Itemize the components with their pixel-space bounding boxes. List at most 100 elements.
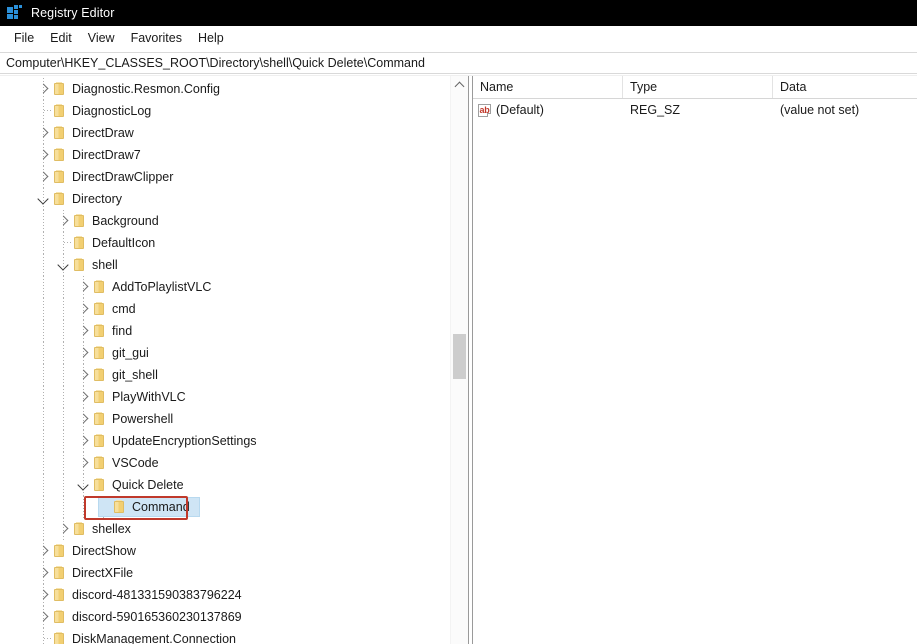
menu-item-file[interactable]: File xyxy=(6,28,42,49)
tree-no-expander xyxy=(96,496,112,518)
chevron-right-icon[interactable] xyxy=(76,364,92,386)
registry-key-folder-icon xyxy=(52,192,66,206)
registry-key-folder-icon xyxy=(92,346,106,360)
menu-bar: File Edit View Favorites Help xyxy=(0,26,917,52)
tree-item-addtoplaylistvlc[interactable]: AddToPlaylistVLC xyxy=(0,276,450,298)
chevron-right-icon[interactable] xyxy=(36,78,52,100)
registry-key-folder-icon xyxy=(72,258,86,272)
column-header-name[interactable]: Name xyxy=(473,76,623,98)
value-type-cell: REG_SZ xyxy=(630,103,681,117)
registry-key-folder-icon xyxy=(72,522,86,536)
chevron-down-icon[interactable] xyxy=(76,474,92,496)
tree-item-label: VSCode xyxy=(112,456,159,470)
registry-key-folder-icon xyxy=(52,544,66,558)
values-list: ab (Default) REG_SZ (value not set) xyxy=(473,99,917,644)
registry-values-pane: Name Type Data ab (Default) REG_SZ (value n… xyxy=(473,76,917,644)
chevron-right-icon[interactable] xyxy=(36,540,52,562)
chevron-right-icon[interactable] xyxy=(36,122,52,144)
tree-no-expander xyxy=(36,628,52,644)
tree-item-diagnosticlog[interactable]: DiagnosticLog xyxy=(0,100,450,122)
chevron-right-icon[interactable] xyxy=(76,452,92,474)
tree-item-playwithvlc[interactable]: PlayWithVLC xyxy=(0,386,450,408)
tree-item-directshow[interactable]: DirectShow xyxy=(0,540,450,562)
chevron-right-icon[interactable] xyxy=(36,562,52,584)
tree-item-label: DiagnosticLog xyxy=(72,104,152,118)
tree-item-find[interactable]: find xyxy=(0,320,450,342)
tree-item-label: DirectDrawClipper xyxy=(72,170,174,184)
tree-item-label: AddToPlaylistVLC xyxy=(112,280,212,294)
tree-vertical-scrollbar[interactable] xyxy=(450,76,468,644)
chevron-right-icon[interactable] xyxy=(76,320,92,342)
tree-item-background[interactable]: Background xyxy=(0,210,450,232)
tree-item-git-shell[interactable]: git_shell xyxy=(0,364,450,386)
registry-key-folder-icon xyxy=(92,412,106,426)
registry-path-input[interactable]: Computer\HKEY_CLASSES_ROOT\Directory\she… xyxy=(0,52,917,74)
tree-item-discord-481331590383796224[interactable]: discord-481331590383796224 xyxy=(0,584,450,606)
registry-key-folder-icon xyxy=(52,126,66,140)
value-row[interactable]: ab (Default) REG_SZ (value not set) xyxy=(473,99,917,121)
registry-key-folder-icon xyxy=(52,566,66,580)
tree-item-directory[interactable]: Directory xyxy=(0,188,450,210)
tree-item-powershell[interactable]: Powershell xyxy=(0,408,450,430)
chevron-right-icon[interactable] xyxy=(36,606,52,628)
tree-item-shellex[interactable]: shellex xyxy=(0,518,450,540)
tree-item-shell[interactable]: shell xyxy=(0,254,450,276)
menu-item-help[interactable]: Help xyxy=(190,28,232,49)
tree-item-label: Command xyxy=(132,500,190,514)
chevron-right-icon[interactable] xyxy=(56,210,72,232)
tree-item-diskmanagement-connection[interactable]: DiskManagement.Connection xyxy=(0,628,450,644)
tree-item-label: discord-590165360230137869 xyxy=(72,610,242,624)
column-header-data[interactable]: Data xyxy=(773,76,917,98)
tree-no-expander xyxy=(56,232,72,254)
chevron-right-icon[interactable] xyxy=(76,342,92,364)
tree-item-label: DirectDraw7 xyxy=(72,148,141,162)
registry-key-folder-icon xyxy=(52,104,66,118)
tree-item-label: git_gui xyxy=(112,346,149,360)
chevron-right-icon[interactable] xyxy=(36,166,52,188)
title-bar: Registry Editor xyxy=(0,0,917,26)
chevron-right-icon[interactable] xyxy=(76,430,92,452)
tree-item-updateencryptionsettings[interactable]: UpdateEncryptionSettings xyxy=(0,430,450,452)
chevron-right-icon[interactable] xyxy=(76,298,92,320)
tree-item-label: DirectShow xyxy=(72,544,136,558)
tree-item-directdrawclipper[interactable]: DirectDrawClipper xyxy=(0,166,450,188)
registry-key-folder-icon xyxy=(92,434,106,448)
tree-item-vscode[interactable]: VSCode xyxy=(0,452,450,474)
registry-tree: Diagnostic.Resmon.Config DiagnosticLog Dir… xyxy=(0,78,450,644)
menu-item-favorites[interactable]: Favorites xyxy=(123,28,190,49)
tree-item-label: git_shell xyxy=(112,368,158,382)
menu-item-view[interactable]: View xyxy=(80,28,123,49)
tree-item-label: shell xyxy=(92,258,118,272)
chevron-right-icon[interactable] xyxy=(56,518,72,540)
column-header-type[interactable]: Type xyxy=(623,76,773,98)
chevron-right-icon[interactable] xyxy=(36,584,52,606)
chevron-right-icon[interactable] xyxy=(76,276,92,298)
window-title: Registry Editor xyxy=(31,6,115,20)
tree-item-diagnostic-resmon-config[interactable]: Diagnostic.Resmon.Config xyxy=(0,78,450,100)
tree-item-label: DiskManagement.Connection xyxy=(72,632,236,644)
scroll-up-button[interactable] xyxy=(451,76,468,94)
tree-item-directxfile[interactable]: DirectXFile xyxy=(0,562,450,584)
tree-item-cmd[interactable]: cmd xyxy=(0,298,450,320)
tree-item-git-gui[interactable]: git_gui xyxy=(0,342,450,364)
chevron-down-icon[interactable] xyxy=(56,254,72,276)
tree-item-directdraw7[interactable]: DirectDraw7 xyxy=(0,144,450,166)
tree-item-directdraw[interactable]: DirectDraw xyxy=(0,122,450,144)
registry-key-folder-icon xyxy=(92,478,106,492)
tree-item-label: find xyxy=(112,324,133,338)
chevron-right-icon[interactable] xyxy=(76,386,92,408)
registry-key-folder-icon xyxy=(52,82,66,96)
chevron-right-icon[interactable] xyxy=(76,408,92,430)
scrollbar-thumb[interactable] xyxy=(453,334,466,379)
tree-item-command[interactable]: Command xyxy=(0,496,450,518)
value-data-cell: (value not set) xyxy=(780,103,860,117)
tree-item-defaulticon[interactable]: DefaultIcon xyxy=(0,232,450,254)
registry-key-folder-icon xyxy=(112,500,126,514)
registry-key-folder-icon xyxy=(72,214,86,228)
chevron-right-icon[interactable] xyxy=(36,144,52,166)
tree-item-discord-590165360230137869[interactable]: discord-590165360230137869 xyxy=(0,606,450,628)
menu-item-edit[interactable]: Edit xyxy=(42,28,80,49)
tree-item-label: discord-481331590383796224 xyxy=(72,588,242,602)
tree-item-quick-delete[interactable]: Quick Delete xyxy=(0,474,450,496)
chevron-down-icon[interactable] xyxy=(36,188,52,210)
